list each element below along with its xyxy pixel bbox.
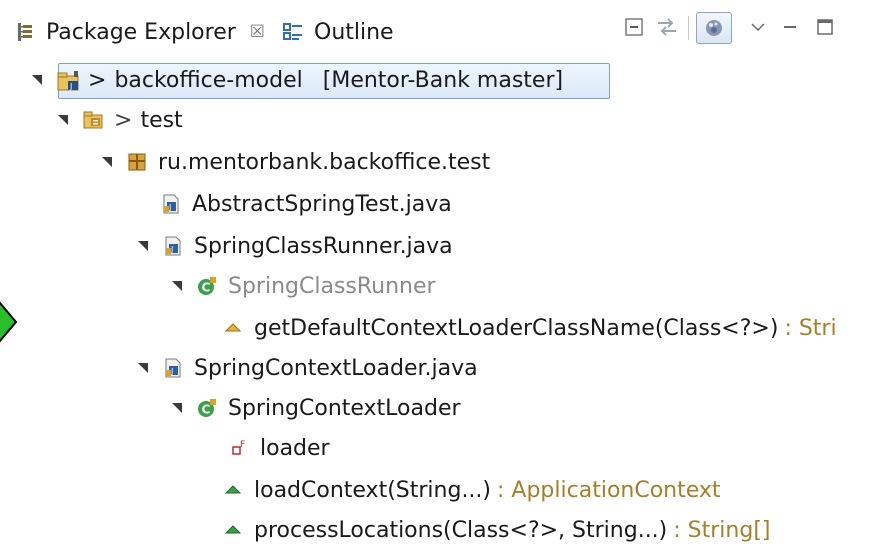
package-explorer-icon: [14, 21, 36, 43]
expand-toggle[interactable]: [136, 360, 152, 376]
tab-package-explorer-label: Package Explorer: [46, 19, 236, 45]
tree-row-method-processlocations[interactable]: processLocations(Class<?>, String...) : …: [222, 510, 771, 550]
view-toolbar: Package Explorer ☒ Outline: [0, 0, 889, 56]
protected-method-icon: [222, 317, 244, 339]
tree-row-file-abstractspringtest[interactable]: J AbstractSpringTest.java: [160, 184, 452, 224]
source-folder-name: test: [140, 107, 183, 133]
svg-text:F: F: [240, 440, 245, 450]
close-icon[interactable]: ☒: [250, 22, 265, 42]
tree-row-source-folder[interactable]: > test: [56, 100, 183, 140]
task-focus-icon: [706, 20, 722, 36]
focus-on-active-task-button[interactable]: [696, 12, 732, 44]
expand-toggle[interactable]: [170, 278, 186, 294]
maximize-icon: [817, 19, 833, 35]
expand-toggle[interactable]: [100, 154, 116, 170]
source-folder-icon: [82, 109, 104, 131]
collapse-all-icon: [625, 18, 643, 36]
project-prefix: >: [88, 67, 107, 93]
tree-row-field-loader[interactable]: F loader: [228, 428, 330, 468]
file-name: SpringContextLoader.java: [194, 355, 478, 381]
expand-toggle[interactable]: [170, 400, 186, 416]
tab-package-explorer[interactable]: Package Explorer ☒: [14, 12, 265, 52]
package-name: ru.mentorbank.backoffice.test: [158, 149, 491, 175]
class-icon: C: [196, 275, 218, 297]
tab-outline[interactable]: Outline: [282, 12, 394, 52]
svg-text:J: J: [69, 82, 72, 91]
tab-outline-label: Outline: [314, 19, 394, 45]
tree-row-class-springclassrunner[interactable]: C SpringClassRunner: [170, 266, 436, 306]
minimize-icon: [784, 26, 796, 28]
method-return-type: : ApplicationContext: [497, 477, 721, 503]
class-name: SpringContextLoader: [228, 395, 461, 421]
package-icon: [126, 151, 148, 173]
file-name: SpringClassRunner.java: [194, 233, 453, 259]
link-with-editor-icon: [658, 18, 676, 36]
link-with-editor-button[interactable]: [654, 14, 680, 40]
svg-text:C: C: [202, 281, 211, 295]
expand-toggle[interactable]: [56, 112, 72, 128]
method-name: getDefaultContextLoaderClassName(Class<?…: [254, 315, 779, 341]
source-folder-prefix: >: [114, 107, 133, 133]
tree-row-file-springcontextloader[interactable]: J SpringContextLoader.java: [136, 348, 478, 388]
method-return-type: : Stri: [784, 315, 837, 341]
project-repo: [Mentor-Bank master]: [322, 67, 564, 93]
minimize-button[interactable]: [780, 14, 800, 40]
green-arrow-marker-icon: [0, 301, 18, 343]
outline-icon: [282, 21, 304, 43]
method-name: processLocations(Class<?>, String...): [254, 517, 668, 543]
collapse-all-button[interactable]: [622, 14, 646, 40]
project-name: backoffice-model: [114, 67, 303, 93]
java-file-icon: J: [162, 357, 184, 379]
toolbar-divider: [688, 16, 689, 40]
tree-row-project[interactable]: J > backoffice-model [Mentor-Bank master…: [30, 60, 563, 100]
class-name: SpringClassRunner: [228, 273, 436, 299]
method-name: loadContext(String...): [254, 477, 492, 503]
private-field-icon: F: [228, 437, 250, 459]
chevron-down-icon: [751, 23, 765, 32]
java-file-icon: J: [160, 193, 182, 215]
tree-row-package[interactable]: ru.mentorbank.backoffice.test: [100, 142, 490, 182]
field-name: loader: [260, 435, 330, 461]
project-icon: J: [56, 69, 79, 91]
expand-toggle[interactable]: [30, 72, 46, 88]
expand-toggle[interactable]: [136, 238, 152, 254]
svg-text:C: C: [202, 403, 211, 417]
file-name: AbstractSpringTest.java: [192, 191, 452, 217]
tree-row-class-springcontextloader[interactable]: C SpringContextLoader: [170, 388, 461, 428]
public-method-icon: [222, 519, 244, 541]
java-file-icon: J: [162, 235, 184, 257]
maximize-button[interactable]: [814, 14, 836, 40]
tree-row-file-springclassrunner[interactable]: J SpringClassRunner.java: [136, 226, 453, 266]
class-icon: C: [196, 397, 218, 419]
method-return-type: : String[]: [673, 517, 771, 543]
view-menu-button[interactable]: [748, 14, 768, 40]
public-method-icon: [222, 479, 244, 501]
tree-row-method-getdefaultcontextloaderclassname[interactable]: getDefaultContextLoaderClassName(Class<?…: [222, 308, 837, 348]
tree-row-method-loadcontext[interactable]: loadContext(String...) : ApplicationCont…: [222, 470, 721, 510]
